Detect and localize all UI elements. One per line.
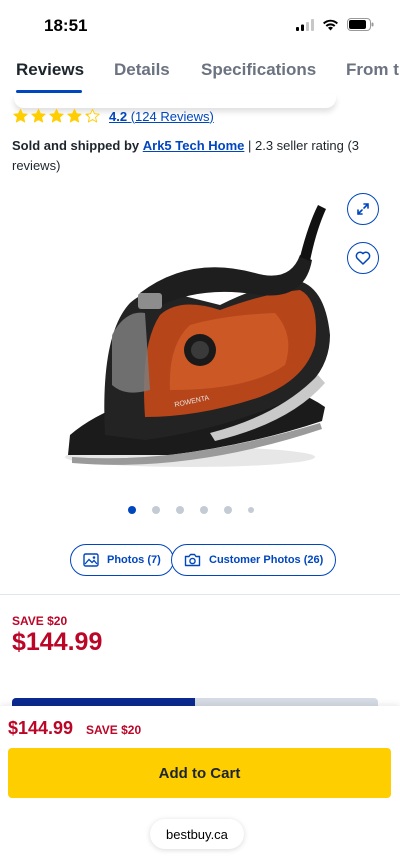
- photos-label: Photos (7): [107, 554, 161, 566]
- carousel-dot[interactable]: [176, 506, 184, 514]
- active-tab-indicator: [16, 90, 82, 93]
- rating-row: 4.2 (124 Reviews): [12, 108, 214, 124]
- customer-photos-button[interactable]: Customer Photos (26): [171, 544, 337, 576]
- seller-info: Sold and shipped by Ark5 Tech Home | 2.3…: [12, 136, 382, 176]
- star-rating: [12, 108, 101, 124]
- status-bar: 18:51: [0, 0, 400, 50]
- image-carousel-dots: [128, 506, 254, 514]
- photos-button[interactable]: Photos (7): [70, 544, 174, 576]
- tab-details[interactable]: Details: [114, 60, 170, 80]
- wifi-icon: [323, 19, 338, 30]
- carousel-dot[interactable]: [200, 506, 208, 514]
- cellular-signal-icon: [296, 18, 314, 31]
- seller-prefix: Sold and shipped by: [12, 138, 140, 153]
- save-to-wishlist-button[interactable]: [347, 242, 379, 274]
- tab-specifications[interactable]: Specifications: [201, 60, 316, 80]
- sticky-save-badge: SAVE $20: [86, 723, 142, 737]
- tab-bar-shadow: [14, 94, 336, 108]
- add-to-cart-button[interactable]: Add to Cart: [8, 748, 391, 798]
- star-icon: [85, 108, 100, 123]
- review-count: (124 Reviews): [130, 108, 214, 124]
- sticky-price: $144.99: [8, 718, 74, 738]
- status-icons: [296, 18, 374, 31]
- camera-icon: [184, 553, 201, 567]
- sticky-purchase-bar: $144.99 SAVE $20 Add to Cart bestbuy.ca: [0, 706, 400, 866]
- carousel-dot[interactable]: [248, 507, 254, 513]
- status-time: 18:51: [44, 16, 88, 35]
- star-icon: [49, 108, 64, 123]
- carousel-dot[interactable]: [152, 506, 160, 514]
- address-bar[interactable]: bestbuy.ca: [150, 819, 244, 849]
- expand-icon: [357, 203, 369, 215]
- heart-icon: [355, 251, 371, 265]
- customer-photos-label: Customer Photos (26): [209, 554, 324, 566]
- star-icon: [67, 108, 82, 123]
- section-divider: [0, 594, 400, 595]
- seller-link[interactable]: Ark5 Tech Home: [143, 138, 245, 153]
- save-badge: SAVE $20: [12, 614, 68, 628]
- expand-image-button[interactable]: [347, 193, 379, 225]
- carousel-dot[interactable]: [224, 506, 232, 514]
- tab-reviews[interactable]: Reviews: [16, 60, 84, 80]
- rating-value: 4.2: [109, 108, 128, 124]
- star-icon: [31, 108, 46, 123]
- product-image[interactable]: ROWENTA: [50, 185, 350, 485]
- reviews-link[interactable]: 4.2 (124 Reviews): [109, 109, 214, 124]
- star-icon: [13, 108, 28, 123]
- battery-icon: [347, 18, 374, 31]
- tab-from-the-manufacturer[interactable]: From th: [346, 60, 400, 80]
- tab-bar: Reviews Details Specifications From th: [0, 50, 400, 94]
- image-icon: [83, 553, 99, 567]
- carousel-dot[interactable]: [128, 506, 136, 514]
- product-price: $144.99: [12, 628, 103, 656]
